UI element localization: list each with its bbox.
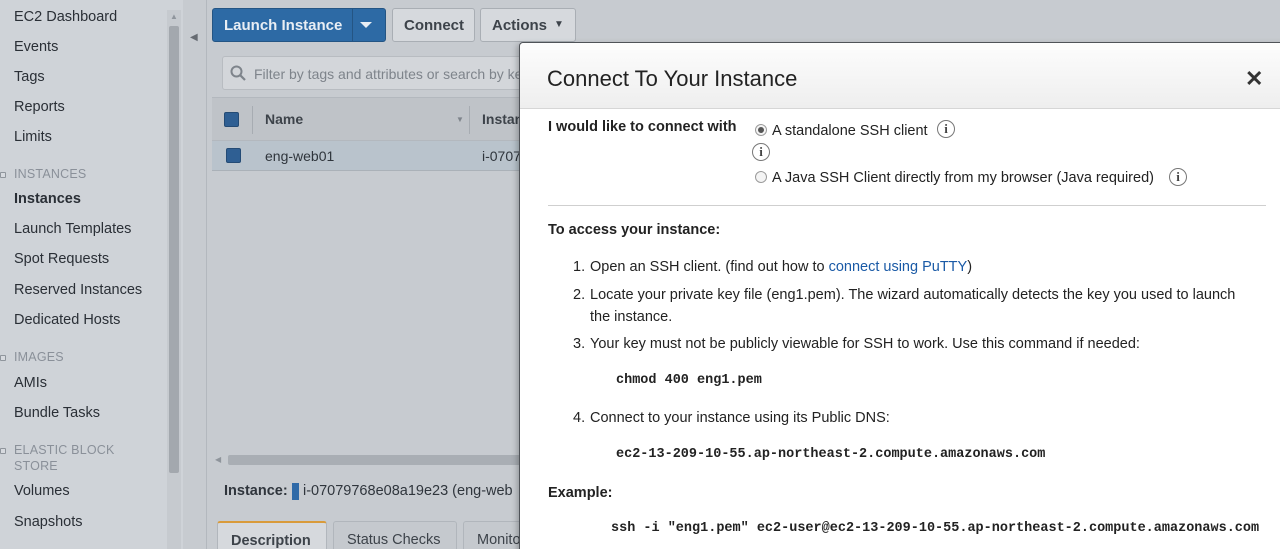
select-all-checkbox[interactable] — [224, 112, 239, 127]
horizontal-scroll-thumb[interactable] — [228, 455, 522, 465]
sidebar-item-dedicated-hosts[interactable]: Dedicated Hosts — [14, 312, 120, 328]
radio-java-ssh[interactable] — [755, 171, 767, 183]
instance-color-marker — [292, 483, 299, 500]
tab-monitoring[interactable]: Monito — [463, 521, 523, 549]
putty-link[interactable]: connect using PuTTY — [829, 259, 968, 275]
caret-down-icon[interactable] — [360, 22, 372, 28]
actions-label: Actions — [492, 17, 548, 34]
connect-label: Connect — [404, 17, 464, 34]
sidebar-item-volumes[interactable]: Volumes — [14, 483, 70, 499]
example-heading: Example: — [548, 485, 613, 501]
launch-instance-label: Launch Instance — [224, 17, 343, 34]
sidebar-item-amis[interactable]: AMIs — [14, 375, 47, 391]
sidebar-scroll-thumb[interactable] — [169, 26, 179, 473]
sidebar-item-events[interactable]: Events — [14, 39, 58, 55]
tab-description[interactable]: Description — [217, 521, 327, 549]
launch-instance-button[interactable]: Launch Instance — [212, 8, 386, 42]
sidebar-scrollbar[interactable]: ▲ — [167, 10, 181, 549]
search-placeholder: Filter by tags and attributes or search … — [254, 66, 523, 82]
modal-title: Connect To Your Instance — [547, 66, 798, 91]
connect-button[interactable]: Connect — [392, 8, 475, 42]
sidebar: EC2 Dashboard Events Tags Reports Limits… — [0, 0, 183, 549]
example-ssh-command[interactable]: ssh -i "eng1.pem" ec2-user@ec2-13-209-10… — [611, 521, 1259, 536]
section-instances: INSTANCES — [14, 167, 87, 181]
info-icon[interactable]: i — [1169, 168, 1187, 186]
collapse-section-icon[interactable] — [0, 355, 6, 361]
collapse-section-icon[interactable] — [0, 172, 6, 178]
sidebar-item-launch-templates[interactable]: Launch Templates — [14, 221, 131, 237]
section-ebs-line2: STORE — [14, 459, 58, 473]
sidebar-item-reserved-instances[interactable]: Reserved Instances — [14, 282, 142, 298]
chmod-command[interactable]: chmod 400 eng1.pem — [616, 373, 762, 388]
step-4-text: Connect to your instance using its Publi… — [590, 410, 890, 426]
sidebar-collapse-strip[interactable] — [183, 0, 207, 549]
sidebar-item-tags[interactable]: Tags — [14, 69, 45, 85]
section-ebs: ELASTIC BLOCK STORE — [14, 442, 115, 474]
access-heading: To access your instance: — [548, 222, 721, 238]
tab-status-checks-label: Status Checks — [347, 532, 441, 548]
sort-icon[interactable]: ▼ — [456, 115, 464, 124]
sidebar-item-instances[interactable]: Instances — [14, 191, 81, 207]
section-images: IMAGES — [14, 350, 64, 364]
tab-status-checks[interactable]: Status Checks — [333, 521, 457, 549]
option-standalone-ssh-label[interactable]: A standalone SSH client — [772, 123, 928, 139]
sidebar-item-bundle-tasks[interactable]: Bundle Tasks — [14, 405, 100, 421]
search-icon — [230, 65, 246, 81]
scroll-left-icon[interactable]: ◀ — [215, 455, 221, 464]
close-icon[interactable]: ✕ — [1245, 66, 1263, 92]
chevron-down-icon: ▼ — [554, 19, 564, 30]
table-row[interactable]: eng-web01 i-0707 — [212, 141, 522, 171]
column-header-name[interactable]: Name — [265, 111, 303, 127]
section-ebs-line1: ELASTIC BLOCK — [14, 443, 115, 457]
section-divider — [548, 205, 1266, 206]
sidebar-item-spot-requests[interactable]: Spot Requests — [14, 251, 109, 267]
sidebar-item-ec2-dashboard[interactable]: EC2 Dashboard — [14, 9, 117, 25]
column-divider — [469, 106, 470, 134]
collapse-section-icon[interactable] — [0, 448, 6, 454]
sidebar-item-limits[interactable]: Limits — [14, 129, 52, 145]
filter-search-input[interactable]: Filter by tags and attributes or search … — [222, 56, 532, 90]
step-2-number: 2. — [573, 287, 586, 303]
tab-description-label: Description — [231, 533, 311, 549]
tab-monitoring-label: Monito — [477, 532, 521, 548]
step-1-text: Open an SSH client. (find out how to — [590, 259, 829, 275]
table-header: Name ▼ Instan — [212, 97, 523, 141]
scroll-up-icon[interactable]: ▲ — [170, 12, 178, 21]
info-icon[interactable]: i — [937, 120, 955, 138]
modal-header: Connect To Your Instance ✕ — [520, 43, 1280, 109]
table-horizontal-scrollbar[interactable]: ◀ — [212, 452, 522, 468]
step-1-suffix: ) — [967, 259, 973, 275]
sidebar-item-reports[interactable]: Reports — [14, 99, 65, 115]
column-divider — [252, 106, 253, 134]
connect-with-label: I would like to connect with — [548, 119, 737, 135]
row-name-cell: eng-web01 — [265, 148, 335, 164]
public-dns[interactable]: ec2-13-209-10-55.ap-northeast-2.compute.… — [616, 447, 1045, 462]
instance-detail-label: Instance: — [224, 483, 288, 499]
step-3-text: Your key must not be publicly viewable f… — [590, 336, 1140, 352]
step-1-number: 1. — [573, 259, 586, 275]
step-2-line1: Locate your private key file (eng1.pem).… — [590, 287, 1236, 303]
connect-modal: Connect To Your Instance ✕ I would like … — [519, 42, 1280, 549]
collapse-left-icon[interactable]: ◀ — [190, 32, 198, 43]
instance-detail-value: i-07079768e08a19e23 (eng-web — [303, 483, 513, 499]
step-1: Open an SSH client. (find out how to con… — [590, 259, 972, 275]
step-3-number: 3. — [573, 336, 586, 352]
row-instance-cell: i-0707 — [482, 148, 521, 164]
info-icon[interactable]: i — [752, 143, 770, 161]
button-divider — [352, 9, 353, 41]
option-java-ssh-label[interactable]: A Java SSH Client directly from my brows… — [772, 170, 1154, 186]
sidebar-item-snapshots[interactable]: Snapshots — [14, 514, 83, 530]
step-2-line2: the instance. — [590, 309, 673, 325]
instance-detail-bar: Instance: i-07079768e08a19e23 (eng-web — [212, 470, 522, 510]
row-checkbox[interactable] — [226, 148, 241, 163]
radio-standalone-ssh[interactable] — [755, 124, 767, 136]
actions-button[interactable]: Actions ▼ — [480, 8, 576, 42]
step-4-number: 4. — [573, 410, 586, 426]
column-header-instance[interactable]: Instan — [482, 111, 523, 127]
